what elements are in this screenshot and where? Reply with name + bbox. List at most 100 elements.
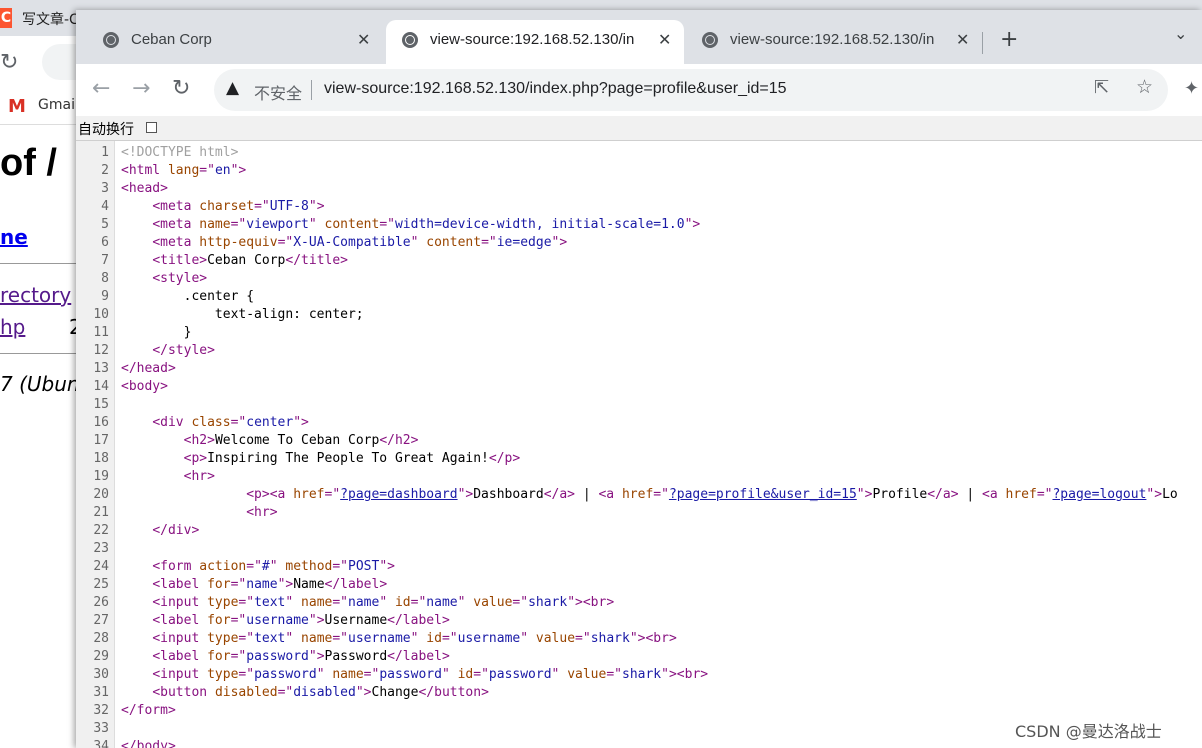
- source-line: 19 <hr>: [76, 468, 1202, 486]
- code-token: <a: [598, 487, 622, 502]
- csdn-watermark: CSDN @曼达洛战士: [1015, 722, 1162, 741]
- line-number: 24: [93, 559, 109, 574]
- tab-view-source-active[interactable]: view-source:192.168.52.130/in ✕: [386, 20, 684, 64]
- background-link-name[interactable]: ne: [0, 225, 28, 249]
- code-token: value: [473, 595, 513, 610]
- code-token: =": [363, 667, 380, 682]
- code-token: ie=edge: [496, 235, 552, 250]
- bookmark-gmail[interactable]: Gmai: [38, 97, 75, 113]
- code-token: text: [254, 595, 286, 610]
- code-token: <input: [152, 631, 208, 646]
- background-divider: [0, 263, 80, 264]
- line-number: 33: [93, 721, 109, 736]
- line-number: 18: [93, 451, 109, 466]
- warning-icon[interactable]: ▲: [226, 78, 239, 98]
- code-token: ": [457, 595, 474, 610]
- code-token: password: [254, 667, 317, 682]
- code-token: </p>: [488, 451, 521, 466]
- extensions-icon[interactable]: ✦: [1184, 78, 1199, 99]
- code-token: =": [379, 217, 395, 232]
- tab-view-source[interactable]: view-source:192.168.52.130/in ✕: [686, 20, 982, 64]
- source-line: 16 <div class="center">: [76, 414, 1202, 432]
- code-token: <meta: [152, 235, 200, 250]
- code-token: content: [324, 217, 380, 232]
- code-token: Password: [324, 649, 388, 664]
- source-link[interactable]: ?page=dashboard: [340, 487, 457, 502]
- line-number: 16: [93, 415, 109, 430]
- code-token: =": [575, 631, 591, 646]
- source-line: 18 <p>Inspiring The People To Great Agai…: [76, 450, 1202, 468]
- background-link-file[interactable]: hp: [0, 315, 25, 339]
- line-code: <input type="text" name="username" id="u…: [121, 630, 677, 648]
- gmail-icon[interactable]: M: [8, 96, 26, 117]
- line-wrap-checkbox[interactable]: [146, 122, 157, 133]
- line-code: }: [121, 324, 192, 342]
- bookmark-star-icon[interactable]: ☆: [1136, 76, 1153, 98]
- code-token: <p>: [183, 451, 208, 466]
- code-token: =": [653, 487, 669, 502]
- code-token: width=device-width, initial-scale=1.0: [394, 217, 685, 232]
- tab-title: view-source:192.168.52.130/in: [730, 31, 935, 48]
- line-number: 28: [93, 631, 109, 646]
- forward-button[interactable]: →: [132, 76, 150, 101]
- code-token: href: [1005, 487, 1037, 502]
- code-token: "><br>: [629, 631, 677, 646]
- line-number: 31: [93, 685, 109, 700]
- line-number: 6: [101, 235, 109, 250]
- source-line: 12 </style>: [76, 342, 1202, 360]
- code-token: </head>: [121, 361, 176, 376]
- source-line: 22 </div>: [76, 522, 1202, 540]
- new-tab-button[interactable]: +: [1000, 27, 1018, 52]
- close-icon[interactable]: ✕: [956, 30, 969, 49]
- source-line: 28 <input type="text" name="username" id…: [76, 630, 1202, 648]
- background-tab-title[interactable]: 写文章-C: [22, 9, 79, 29]
- navigation-toolbar: ← → ↻ ▲ 不安全 view-source:192.168.52.130/i…: [76, 64, 1202, 116]
- code-token: <label: [152, 613, 208, 628]
- code-token: for: [207, 649, 231, 664]
- line-number: 21: [93, 505, 109, 520]
- background-link-directory[interactable]: rectory: [0, 283, 71, 307]
- source-link[interactable]: ?page=logout: [1052, 487, 1146, 502]
- security-status-label[interactable]: 不安全: [254, 80, 302, 104]
- line-code: <input type="password" name="password" i…: [121, 666, 708, 684]
- share-icon[interactable]: ⇱: [1094, 77, 1109, 98]
- url-text[interactable]: view-source:192.168.52.130/index.php?pag…: [324, 80, 787, 98]
- line-number: 10: [93, 307, 109, 322]
- tab-ceban-corp[interactable]: Ceban Corp ✕: [87, 20, 383, 64]
- code-token: =": [441, 631, 458, 646]
- code-token: =": [324, 487, 341, 502]
- line-number: 29: [93, 649, 109, 664]
- code-token: =": [246, 559, 262, 574]
- line-number: 11: [93, 325, 109, 340]
- close-icon[interactable]: ✕: [357, 30, 370, 49]
- reload-button[interactable]: ↻: [172, 76, 190, 101]
- code-token: name: [246, 577, 278, 592]
- line-code: <hr>: [121, 468, 215, 486]
- close-icon[interactable]: ✕: [658, 30, 671, 49]
- code-token: Welcome To Ceban Corp: [214, 433, 380, 448]
- line-number: 25: [93, 577, 109, 592]
- code-token: ": [308, 217, 325, 232]
- code-token: =": [238, 631, 255, 646]
- source-line: 27 <label for="username">Username</label…: [76, 612, 1202, 630]
- code-token: ": [285, 631, 302, 646]
- code-token: shark: [622, 667, 662, 682]
- code-token: action: [199, 559, 247, 574]
- source-link[interactable]: ?page=profile&user_id=15: [669, 487, 857, 502]
- back-button[interactable]: ←: [92, 76, 110, 101]
- address-bar[interactable]: ▲ 不安全 view-source:192.168.52.130/index.p…: [214, 69, 1168, 111]
- line-code: <meta http-equiv="X-UA-Compatible" conte…: [121, 234, 567, 252]
- line-code: <p>Inspiring The People To Great Again!<…: [121, 450, 521, 468]
- tab-search-chevron-icon[interactable]: ⌄: [1174, 24, 1187, 43]
- code-token: name: [332, 667, 364, 682]
- background-reload-icon[interactable]: ↻: [0, 50, 18, 75]
- code-token: =": [410, 595, 427, 610]
- line-code: .center {: [121, 288, 254, 306]
- code-token: =": [1036, 487, 1053, 502]
- source-line: 7 <title>Ceban Corp</title>: [76, 252, 1202, 270]
